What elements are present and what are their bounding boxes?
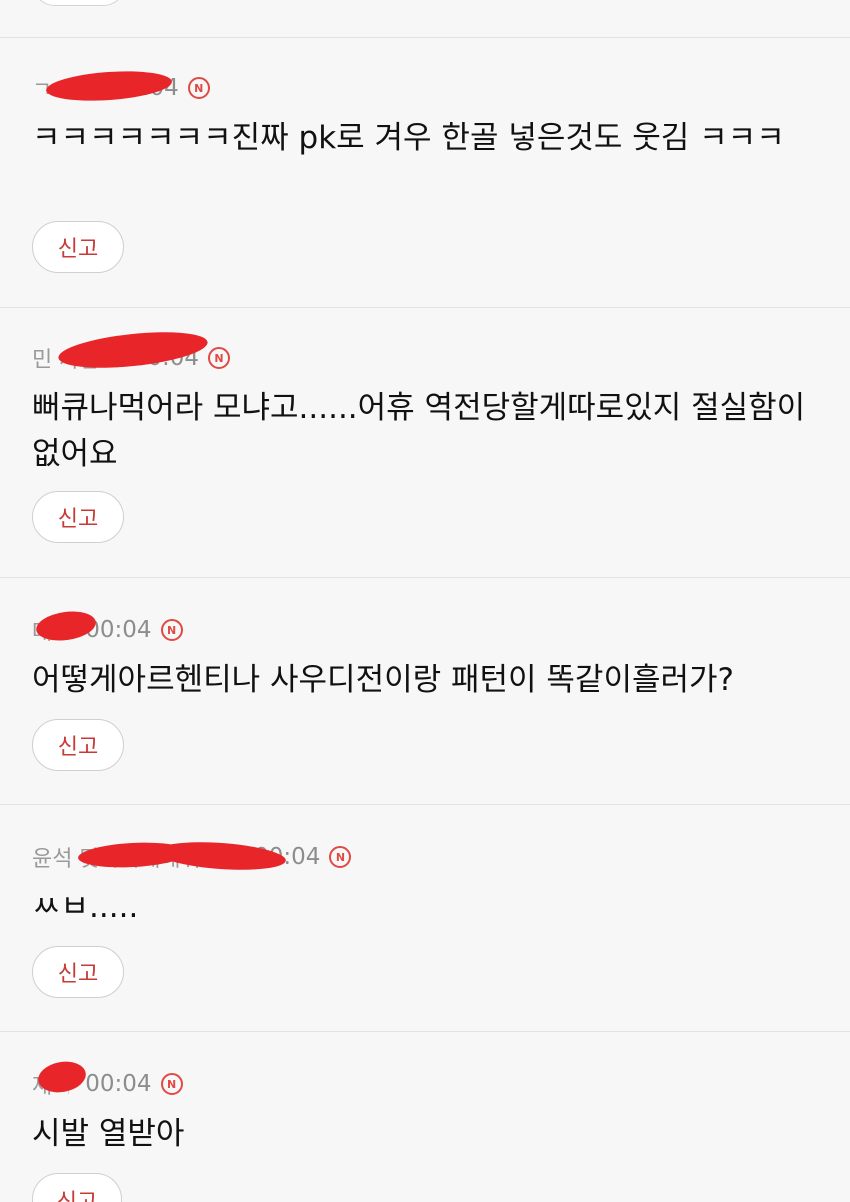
new-badge-icon: N (329, 846, 352, 868)
comment-item: 재 00:04 N 시발 열받아 신고 (0, 1031, 850, 1202)
comment-text: ㅆㅂ..... (32, 889, 139, 925)
report-button[interactable]: 신고 (32, 221, 124, 273)
comment-meta: 대 00:04 N (32, 607, 183, 646)
comment-author[interactable]: 대 (32, 607, 98, 646)
comment-author[interactable]: 재 (32, 1058, 89, 1100)
comment-meta: 윤석 맞아죽게해줘라 00:04 N (32, 838, 352, 874)
comment-item: 대 00:04 N 어떻게아르헨티나 사우디전이랑 패턴이 똑같이흘러가? 신고 (0, 577, 850, 804)
comment-author[interactable]: 윤석 맞아죽게해줘라 (32, 838, 287, 874)
comment-text: 어떻게아르헨티나 사우디전이랑 패턴이 똑같이흘러가? (32, 662, 734, 698)
previous-report-button-partial[interactable] (32, 0, 126, 6)
comment-text: 시발 열받아 (32, 1116, 185, 1152)
report-button[interactable]: 신고 (32, 1173, 122, 1202)
new-badge-icon: N (160, 619, 183, 641)
new-badge-icon: N (160, 1073, 183, 1095)
comment-meta: ㄱ 피 00:04 N (32, 67, 210, 105)
comment-text: ㅋㅋㅋㅋㅋㅋㅋ진짜 pk로 겨우 한골 넣은것도 웃김 ㅋㅋㅋ (32, 120, 785, 156)
comment-item: 민 사람 00:04 N 뻐큐나먹어라 모냐고......어휴 역전당할게따로있… (0, 307, 850, 577)
comment-author[interactable]: 민 사람 (32, 326, 210, 374)
comment-meta: 민 사람 00:04 N (32, 326, 231, 374)
report-button[interactable]: 신고 (32, 946, 124, 998)
comment-time: 00:04 (85, 1071, 152, 1097)
new-badge-icon: N (208, 347, 231, 369)
report-button[interactable]: 신고 (32, 719, 124, 771)
comment-meta: 재 00:04 N (32, 1058, 183, 1100)
comment-item: 윤석 맞아죽게해줘라 00:04 N ㅆㅂ..... 신고 (0, 804, 850, 1031)
comment-author[interactable]: ㄱ 피 (32, 67, 173, 105)
report-button[interactable]: 신고 (32, 491, 124, 543)
comment-item: ㄱ 피 00:04 N ㅋㅋㅋㅋㅋㅋㅋ진짜 pk로 겨우 한골 넣은것도 웃김 … (0, 37, 850, 307)
comment-text: 뻐큐나먹어라 모냐고......어휴 역전당할게따로있지 절실함이없어요 (32, 390, 806, 472)
new-badge-icon: N (187, 77, 210, 99)
